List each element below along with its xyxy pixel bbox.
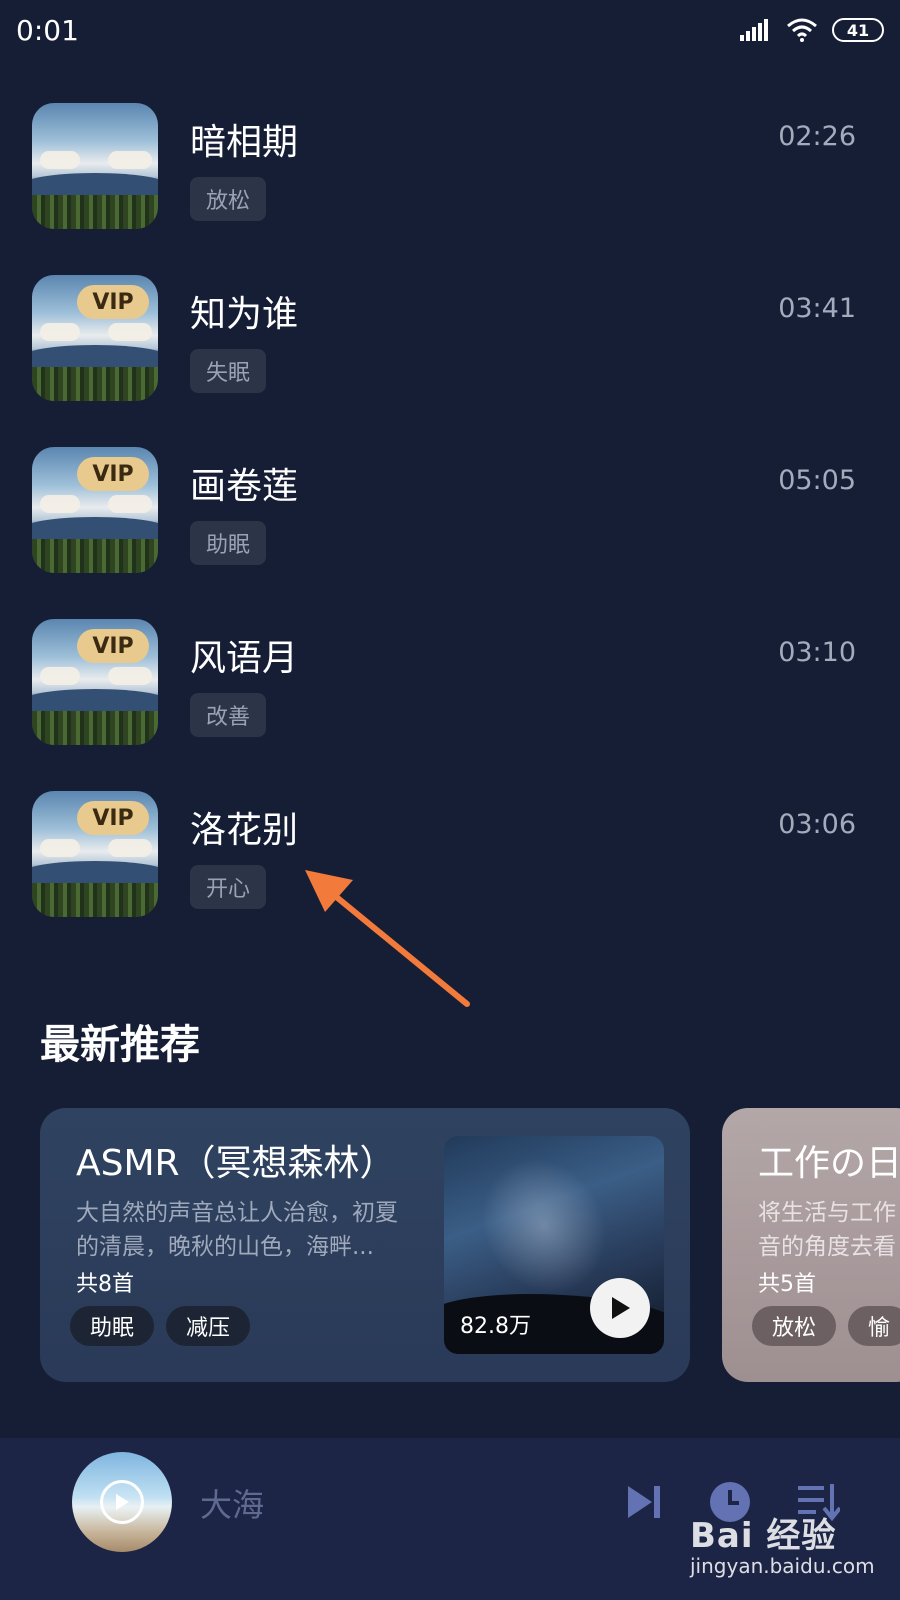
track-row[interactable]: VIP 风语月 改善 03:10 [32,619,868,745]
track-cover: VIP [32,619,158,745]
track-row[interactable]: VIP 画卷莲 助眠 05:05 [32,447,868,573]
wifi-icon [787,18,817,42]
card-tag[interactable]: 放松 [752,1306,837,1346]
recommend-card[interactable]: ASMR（冥想森林） 大自然的声音总让人治愈，初夏的清晨，晚秋的山色，海畔...… [40,1108,690,1382]
card-tags: 助眠 减压 [70,1306,251,1346]
card-tags: 放松 愉 [752,1306,900,1346]
status-icons: 41 [740,18,884,42]
track-title: 洛花别 [190,810,299,851]
recommend-card[interactable]: 工作の日 将生活与工作 音的角度去看 共5首 放松 愉 [722,1108,900,1382]
watermark-url: jingyan.baidu.com [690,1554,875,1578]
track-duration: 05:05 [778,465,856,496]
track-tag: 放松 [190,177,267,221]
vip-badge: VIP [77,801,149,835]
card-count: 共5首 [758,1272,816,1297]
status-bar: 0:01 41 [0,0,900,62]
track-duration: 03:41 [778,293,856,324]
track-tag: 开心 [190,865,267,909]
watermark: Bai 经验 jingyan.baidu.com [690,1508,875,1578]
section-title: 最新推荐 [40,1022,200,1068]
card-description-line: 将生活与工作 [758,1200,896,1226]
track-title: 暗相期 [190,122,299,163]
track-row[interactable]: 暗相期 放松 02:26 [32,103,868,229]
track-cover: VIP [32,447,158,573]
player-cover[interactable] [72,1452,172,1552]
track-title: 画卷莲 [190,466,299,507]
annotation-arrow-icon [305,870,470,1007]
card-title: ASMR（冥想森林） [76,1143,396,1184]
track-duration: 02:26 [778,121,856,152]
vip-badge: VIP [77,629,149,663]
play-icon [612,1297,630,1319]
player-track-title: 大海 [200,1486,265,1524]
player-play-button[interactable] [100,1480,144,1524]
track-title: 风语月 [190,638,299,679]
card-title: 工作の日 [758,1143,900,1184]
watermark-logo: Bai 经验 [690,1516,837,1556]
card-tag[interactable]: 愉 [848,1306,900,1346]
card-count: 共8首 [76,1272,134,1297]
track-tag: 失眠 [190,349,267,393]
track-cover: VIP [32,791,158,917]
battery-indicator: 41 [832,18,884,42]
next-track-icon[interactable] [624,1484,664,1520]
vip-badge: VIP [77,285,149,319]
track-cover [32,103,158,229]
status-time: 0:01 [16,14,79,47]
vip-badge: VIP [77,457,149,491]
track-duration: 03:06 [778,809,856,840]
card-cover-image: 82.8万 [444,1136,664,1354]
card-description-line: 音的角度去看 [758,1234,896,1260]
track-row[interactable]: VIP 知为谁 失眠 03:41 [32,275,868,401]
card-tag[interactable]: 减压 [166,1306,251,1346]
track-title: 知为谁 [190,294,299,335]
play-icon [116,1494,129,1510]
card-description: 大自然的声音总让人治愈，初夏的清晨，晚秋的山色，海畔... [76,1200,398,1260]
play-button[interactable] [590,1278,650,1338]
signal-icon [740,19,768,41]
card-description: 将生活与工作 音的角度去看 [758,1196,900,1264]
track-cover: VIP [32,275,158,401]
card-tag[interactable]: 助眠 [70,1306,155,1346]
track-tag: 助眠 [190,521,267,565]
track-duration: 03:10 [778,637,856,668]
play-count: 82.8万 [460,1314,531,1339]
track-tag: 改善 [190,693,267,737]
